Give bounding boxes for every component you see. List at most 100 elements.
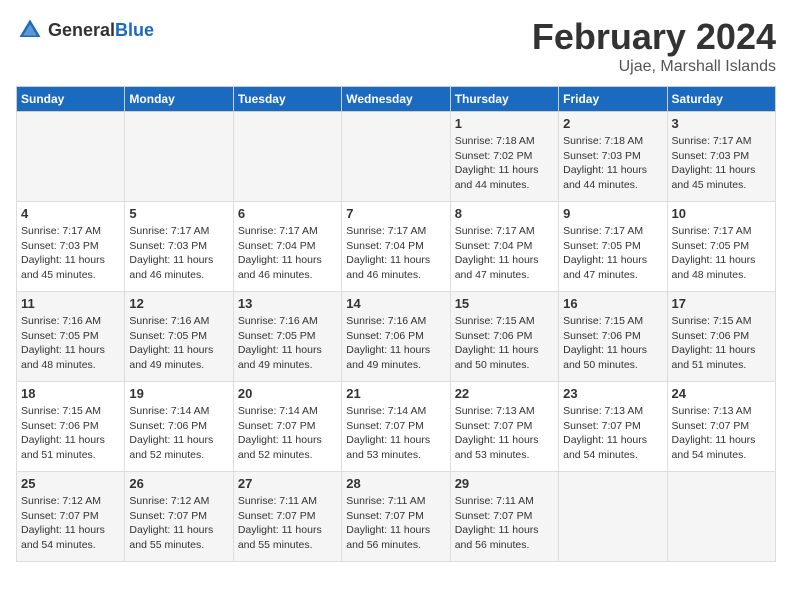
calendar-cell: [559, 472, 667, 562]
day-info: Sunrise: 7:15 AM Sunset: 7:06 PM Dayligh…: [563, 314, 662, 373]
calendar-cell: 9 Sunrise: 7:17 AM Sunset: 7:05 PM Daylig…: [559, 202, 667, 292]
calendar-cell: [667, 472, 775, 562]
calendar-cell: [125, 112, 233, 202]
day-number: 22: [455, 386, 554, 401]
day-number: 26: [129, 476, 228, 491]
day-info: Sunrise: 7:16 AM Sunset: 7:06 PM Dayligh…: [346, 314, 445, 373]
calendar-cell: 23 Sunrise: 7:13 AM Sunset: 7:07 PM Dayli…: [559, 382, 667, 472]
day-number: 13: [238, 296, 337, 311]
day-number: 17: [672, 296, 771, 311]
calendar-week-2: 4 Sunrise: 7:17 AM Sunset: 7:03 PM Daylig…: [17, 202, 776, 292]
calendar-cell: 29 Sunrise: 7:11 AM Sunset: 7:07 PM Dayli…: [450, 472, 558, 562]
day-number: 9: [563, 206, 662, 221]
location-subtitle: Ujae, Marshall Islands: [532, 58, 776, 76]
header-wednesday: Wednesday: [342, 87, 450, 112]
calendar-cell: 25 Sunrise: 7:12 AM Sunset: 7:07 PM Dayli…: [17, 472, 125, 562]
day-info: Sunrise: 7:11 AM Sunset: 7:07 PM Dayligh…: [238, 494, 337, 553]
day-number: 5: [129, 206, 228, 221]
day-number: 21: [346, 386, 445, 401]
day-number: 20: [238, 386, 337, 401]
calendar-cell: 17 Sunrise: 7:15 AM Sunset: 7:06 PM Dayli…: [667, 292, 775, 382]
calendar-cell: 26 Sunrise: 7:12 AM Sunset: 7:07 PM Dayli…: [125, 472, 233, 562]
header-tuesday: Tuesday: [233, 87, 341, 112]
day-info: Sunrise: 7:11 AM Sunset: 7:07 PM Dayligh…: [455, 494, 554, 553]
day-number: 12: [129, 296, 228, 311]
day-number: 27: [238, 476, 337, 491]
title-area: February 2024 Ujae, Marshall Islands: [532, 16, 776, 76]
day-info: Sunrise: 7:15 AM Sunset: 7:06 PM Dayligh…: [21, 404, 120, 463]
day-number: 24: [672, 386, 771, 401]
day-number: 4: [21, 206, 120, 221]
calendar-table: SundayMondayTuesdayWednesdayThursdayFrid…: [16, 86, 776, 562]
header-friday: Friday: [559, 87, 667, 112]
day-info: Sunrise: 7:17 AM Sunset: 7:04 PM Dayligh…: [346, 224, 445, 283]
day-info: Sunrise: 7:14 AM Sunset: 7:07 PM Dayligh…: [238, 404, 337, 463]
calendar-cell: 6 Sunrise: 7:17 AM Sunset: 7:04 PM Daylig…: [233, 202, 341, 292]
calendar-cell: 27 Sunrise: 7:11 AM Sunset: 7:07 PM Dayli…: [233, 472, 341, 562]
day-info: Sunrise: 7:17 AM Sunset: 7:04 PM Dayligh…: [238, 224, 337, 283]
day-info: Sunrise: 7:13 AM Sunset: 7:07 PM Dayligh…: [563, 404, 662, 463]
day-number: 1: [455, 116, 554, 131]
header-sunday: Sunday: [17, 87, 125, 112]
day-number: 23: [563, 386, 662, 401]
calendar-cell: 4 Sunrise: 7:17 AM Sunset: 7:03 PM Daylig…: [17, 202, 125, 292]
day-info: Sunrise: 7:17 AM Sunset: 7:03 PM Dayligh…: [21, 224, 120, 283]
day-info: Sunrise: 7:16 AM Sunset: 7:05 PM Dayligh…: [238, 314, 337, 373]
day-info: Sunrise: 7:14 AM Sunset: 7:06 PM Dayligh…: [129, 404, 228, 463]
day-number: 6: [238, 206, 337, 221]
day-number: 16: [563, 296, 662, 311]
day-info: Sunrise: 7:12 AM Sunset: 7:07 PM Dayligh…: [21, 494, 120, 553]
day-info: Sunrise: 7:17 AM Sunset: 7:05 PM Dayligh…: [563, 224, 662, 283]
day-info: Sunrise: 7:15 AM Sunset: 7:06 PM Dayligh…: [672, 314, 771, 373]
calendar-week-4: 18 Sunrise: 7:15 AM Sunset: 7:06 PM Dayli…: [17, 382, 776, 472]
day-info: Sunrise: 7:17 AM Sunset: 7:03 PM Dayligh…: [672, 134, 771, 193]
day-info: Sunrise: 7:13 AM Sunset: 7:07 PM Dayligh…: [455, 404, 554, 463]
calendar-header-row: SundayMondayTuesdayWednesdayThursdayFrid…: [17, 87, 776, 112]
logo-icon: [16, 16, 44, 44]
calendar-cell: 16 Sunrise: 7:15 AM Sunset: 7:06 PM Dayli…: [559, 292, 667, 382]
day-number: 7: [346, 206, 445, 221]
day-info: Sunrise: 7:17 AM Sunset: 7:04 PM Dayligh…: [455, 224, 554, 283]
header-saturday: Saturday: [667, 87, 775, 112]
day-number: 2: [563, 116, 662, 131]
calendar-cell: 24 Sunrise: 7:13 AM Sunset: 7:07 PM Dayli…: [667, 382, 775, 472]
header-thursday: Thursday: [450, 87, 558, 112]
calendar-cell: 18 Sunrise: 7:15 AM Sunset: 7:06 PM Dayli…: [17, 382, 125, 472]
calendar-cell: [17, 112, 125, 202]
day-info: Sunrise: 7:13 AM Sunset: 7:07 PM Dayligh…: [672, 404, 771, 463]
day-info: Sunrise: 7:15 AM Sunset: 7:06 PM Dayligh…: [455, 314, 554, 373]
day-info: Sunrise: 7:14 AM Sunset: 7:07 PM Dayligh…: [346, 404, 445, 463]
day-number: 28: [346, 476, 445, 491]
day-info: Sunrise: 7:17 AM Sunset: 7:03 PM Dayligh…: [129, 224, 228, 283]
day-number: 25: [21, 476, 120, 491]
day-number: 10: [672, 206, 771, 221]
day-number: 29: [455, 476, 554, 491]
calendar-cell: 10 Sunrise: 7:17 AM Sunset: 7:05 PM Dayli…: [667, 202, 775, 292]
logo-general: General: [48, 20, 115, 40]
calendar-cell: 14 Sunrise: 7:16 AM Sunset: 7:06 PM Dayli…: [342, 292, 450, 382]
day-number: 19: [129, 386, 228, 401]
calendar-cell: 5 Sunrise: 7:17 AM Sunset: 7:03 PM Daylig…: [125, 202, 233, 292]
header-monday: Monday: [125, 87, 233, 112]
calendar-cell: 3Sunrise: 7:17 AM Sunset: 7:03 PM Daylig…: [667, 112, 775, 202]
day-number: 14: [346, 296, 445, 311]
day-info: Sunrise: 7:16 AM Sunset: 7:05 PM Dayligh…: [21, 314, 120, 373]
calendar-week-1: 1Sunrise: 7:18 AM Sunset: 7:02 PM Daylig…: [17, 112, 776, 202]
day-info: Sunrise: 7:16 AM Sunset: 7:05 PM Dayligh…: [129, 314, 228, 373]
day-info: Sunrise: 7:17 AM Sunset: 7:05 PM Dayligh…: [672, 224, 771, 283]
day-number: 15: [455, 296, 554, 311]
calendar-cell: 19 Sunrise: 7:14 AM Sunset: 7:06 PM Dayli…: [125, 382, 233, 472]
calendar-cell: 13 Sunrise: 7:16 AM Sunset: 7:05 PM Dayli…: [233, 292, 341, 382]
calendar-cell: 12 Sunrise: 7:16 AM Sunset: 7:05 PM Dayli…: [125, 292, 233, 382]
calendar-week-3: 11Sunrise: 7:16 AM Sunset: 7:05 PM Dayli…: [17, 292, 776, 382]
logo: GeneralBlue: [16, 16, 154, 44]
day-info: Sunrise: 7:12 AM Sunset: 7:07 PM Dayligh…: [129, 494, 228, 553]
day-number: 18: [21, 386, 120, 401]
calendar-cell: 15 Sunrise: 7:15 AM Sunset: 7:06 PM Dayli…: [450, 292, 558, 382]
day-info: Sunrise: 7:18 AM Sunset: 7:03 PM Dayligh…: [563, 134, 662, 193]
calendar-cell: [342, 112, 450, 202]
calendar-cell: 7 Sunrise: 7:17 AM Sunset: 7:04 PM Daylig…: [342, 202, 450, 292]
calendar-week-5: 25 Sunrise: 7:12 AM Sunset: 7:07 PM Dayli…: [17, 472, 776, 562]
month-title: February 2024: [532, 16, 776, 58]
calendar-cell: 1Sunrise: 7:18 AM Sunset: 7:02 PM Daylig…: [450, 112, 558, 202]
